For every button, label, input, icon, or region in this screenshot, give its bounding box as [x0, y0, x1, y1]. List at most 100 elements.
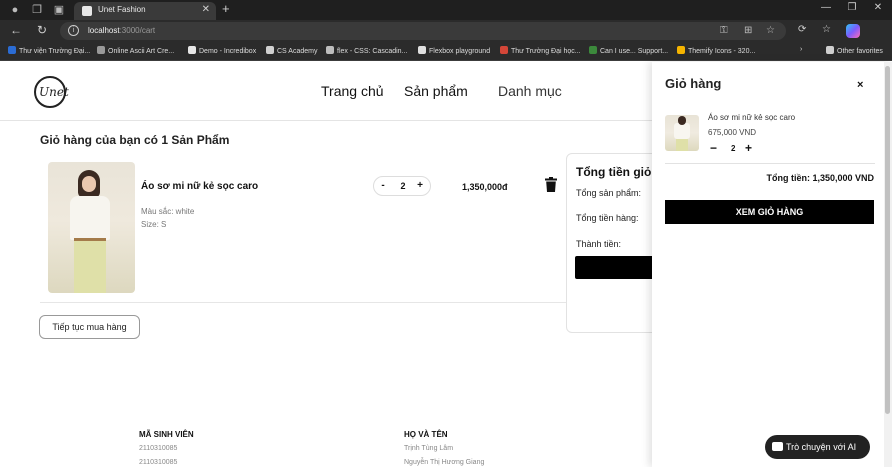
favorite-star-icon[interactable]: ☆	[766, 25, 775, 36]
bookmark-label: Online Ascii Art Cre...	[108, 48, 175, 55]
increase-qty-button[interactable]: +	[414, 180, 426, 191]
image-shirt	[70, 196, 110, 240]
summary-grand-total-label: Thành tiền:	[576, 239, 622, 249]
url-text[interactable]: localhost:3000/cart	[88, 26, 155, 35]
bookmark-favicon-icon	[97, 46, 105, 54]
tab-actions-icon[interactable]: ▣	[52, 3, 66, 17]
other-favorites-label: Other favorites	[837, 48, 883, 55]
other-favorites[interactable]: Other favorites	[826, 46, 883, 55]
bookmark-favicon-icon	[589, 46, 597, 54]
url-path: :3000/cart	[119, 26, 156, 35]
cart-item-name[interactable]: Áo sơ mi nữ kẻ sọc caro	[141, 181, 258, 192]
image-face	[82, 176, 96, 192]
footer-id: 2110310085	[139, 459, 178, 466]
browser-titlebar: ● ❐ ▣ Unet Fashion ✕ + — ❐ ✕	[0, 0, 892, 20]
scrollbar-thumb[interactable]	[885, 66, 890, 414]
app-available-icon[interactable]: ⊞	[744, 25, 752, 36]
drawer-decrease-button[interactable]: −	[710, 141, 717, 155]
tab-close-icon[interactable]: ✕	[202, 4, 210, 15]
bookmark-label: Demo - Incredibox	[199, 48, 257, 55]
bookmark-favicon-icon	[266, 46, 274, 54]
bookmark-label: flex - CSS: Cascadin...	[337, 48, 408, 55]
window-close-icon[interactable]: ✕	[870, 2, 886, 13]
bookmark-item[interactable]: Can I use... Support...	[589, 46, 668, 55]
minimize-icon[interactable]: —	[818, 2, 834, 13]
drawer-divider	[665, 163, 875, 164]
bookmark-favicon-icon	[677, 46, 685, 54]
nav-categories[interactable]: Danh mục	[498, 83, 562, 99]
close-icon[interactable]: ×	[857, 79, 863, 91]
drawer-increase-button[interactable]: +	[745, 141, 752, 155]
image-shirt	[674, 123, 690, 139]
extensions-icon[interactable]: ⟳	[798, 24, 806, 35]
footer-name: Trịnh Tùng Lâm	[404, 445, 454, 452]
bookmark-label: Can I use... Support...	[600, 48, 669, 55]
bookmark-favicon-icon	[500, 46, 508, 54]
trash-icon[interactable]	[545, 177, 557, 192]
site-logo[interactable]: Unet	[34, 76, 69, 108]
bookmark-item[interactable]: flex - CSS: Cascadin...	[326, 46, 407, 55]
reload-icon[interactable]: ↻	[34, 23, 50, 37]
browser-toolbar: ← ↻ i localhost:3000/cart ⚿ ⊞ ☆ ⟳ ☆	[0, 20, 892, 42]
browser-tab-active[interactable]: Unet Fashion ✕	[74, 2, 216, 20]
back-icon[interactable]: ←	[8, 23, 24, 37]
maximize-icon[interactable]: ❐	[844, 2, 860, 13]
tab-favicon-icon	[82, 6, 92, 16]
summary-total-items-label: Tổng sản phẩm:	[576, 188, 642, 198]
bookmark-item[interactable]: CS Academy	[266, 46, 317, 55]
bookmark-favicon-icon	[418, 46, 426, 54]
nav-home[interactable]: Trang chủ	[321, 83, 384, 99]
profile-icon[interactable]: ●	[8, 3, 22, 17]
nav-products[interactable]: Sản phẩm	[404, 83, 468, 99]
bookmark-item[interactable]: Online Ascii Art Cre...	[97, 46, 174, 55]
order-summary: Tổng tiền giỏ hàng Tổng sản phẩm: Tổng t…	[566, 153, 666, 333]
quantity-value: 2	[400, 181, 406, 191]
bookmark-favicon-icon	[8, 46, 16, 54]
cart-item-color: Màu sắc: white	[141, 207, 195, 216]
workspaces-icon[interactable]: ❐	[30, 3, 44, 17]
header-divider	[0, 120, 652, 121]
bookmark-label: CS Academy	[277, 48, 318, 55]
continue-shopping-button[interactable]: Tiếp tục mua hàng	[39, 315, 140, 339]
drawer-item-image[interactable]	[665, 115, 699, 151]
bookmark-item[interactable]: Demo - Incredibox	[188, 46, 256, 55]
decrease-qty-button[interactable]: -	[377, 180, 389, 191]
ai-chat-button[interactable]: Trò chuyện với AI	[765, 435, 870, 459]
bookmark-item[interactable]: Thư Trường Đại học...	[500, 46, 581, 55]
quantity-stepper: - 2 +	[373, 176, 431, 196]
copilot-icon[interactable]	[846, 24, 860, 38]
drawer-item-name[interactable]: Áo sơ mi nữ kẻ sọc caro	[708, 113, 795, 122]
url-host: localhost	[88, 26, 120, 35]
folder-icon	[826, 46, 834, 54]
bookmarks-bar: Thư viện Trường Đại... Online Ascii Art …	[0, 42, 892, 61]
cart-item-size: Size: S	[141, 220, 167, 229]
product-image[interactable]	[48, 162, 135, 293]
address-bar[interactable]: i localhost:3000/cart ⚿ ⊞ ☆	[60, 22, 786, 40]
bookmark-item[interactable]: Themify Icons - 320...	[677, 46, 755, 55]
bookmark-item[interactable]: Flexbox playground	[418, 46, 490, 55]
key-icon[interactable]: ⚿	[720, 25, 728, 36]
ai-chat-label: Trò chuyện với AI	[786, 442, 857, 452]
site-info-icon[interactable]: i	[68, 25, 79, 36]
bookmarks-overflow-icon[interactable]: ›	[800, 46, 802, 53]
drawer-total: Tổng tiền: 1,350,000 VND	[766, 173, 874, 183]
new-tab-icon[interactable]: +	[222, 1, 230, 16]
image-belt	[74, 238, 106, 241]
view-cart-button[interactable]: XEM GIỎ HÀNG	[665, 200, 874, 224]
drawer-item-price: 675,000 VND	[708, 128, 757, 137]
bookmark-item[interactable]: Thư viện Trường Đại...	[8, 46, 90, 55]
drawer-title: Giỏ hàng	[665, 76, 722, 91]
bookmark-label: Thư viện Trường Đại...	[19, 48, 91, 55]
line-total: 1,350,000đ	[462, 182, 508, 192]
drawer-quantity-value: 2	[731, 144, 736, 153]
image-pants	[676, 139, 688, 151]
cart-title: Giỏ hàng của bạn có 1 Sản Phẩm	[40, 133, 230, 147]
summary-subtotal-label: Tổng tiền hàng:	[576, 213, 639, 223]
footer-id-header: MÃ SINH VIÊN	[139, 430, 194, 439]
bookmark-label: Themify Icons - 320...	[688, 48, 756, 55]
image-hair	[678, 116, 686, 125]
image-pants	[74, 238, 106, 293]
logo-text: Unet	[39, 85, 69, 99]
bookmark-label: Thư Trường Đại học...	[511, 48, 581, 55]
favorites-icon[interactable]: ☆	[822, 24, 831, 35]
